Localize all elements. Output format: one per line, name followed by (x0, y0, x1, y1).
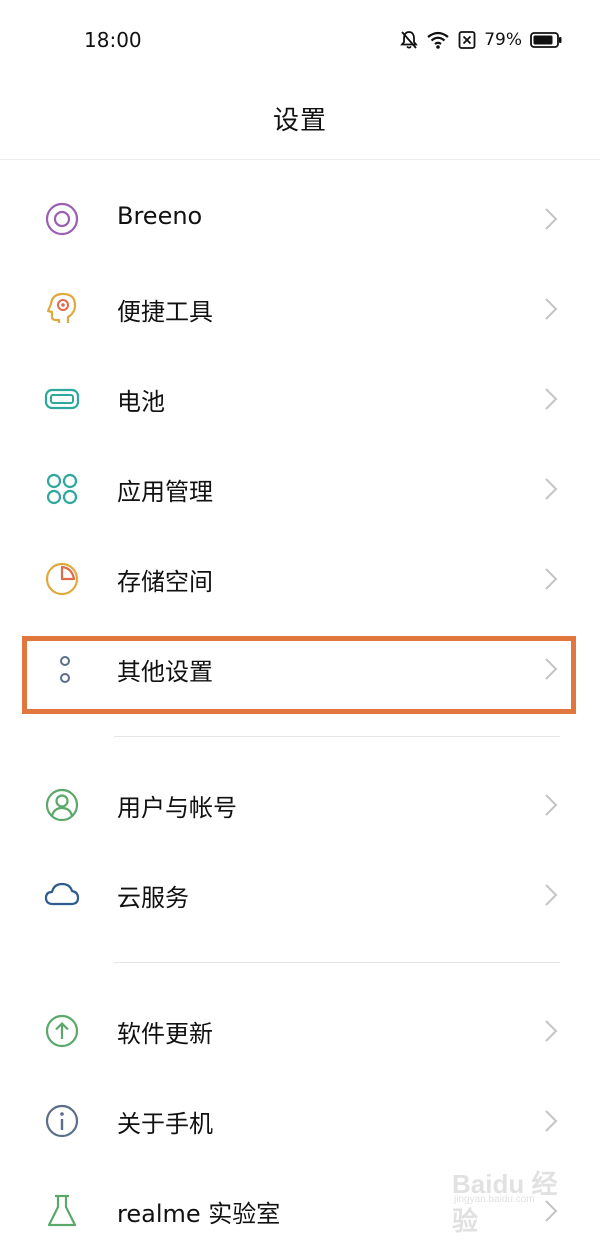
settings-item-about-phone[interactable]: 关于手机 (0, 1076, 600, 1166)
section-divider (114, 736, 560, 737)
settings-item-label: 云服务 (117, 884, 189, 912)
chevron-right-icon (544, 1109, 558, 1133)
about-phone-icon (44, 1103, 80, 1139)
highlight-box (22, 636, 576, 714)
breeno-icon (44, 201, 80, 237)
chevron-right-icon (544, 793, 558, 817)
settings-item-software-update[interactable]: 软件更新 (0, 986, 600, 1076)
baidu-watermark: Baidu 经验 jingyan.baidu.com (452, 1162, 572, 1236)
status-bar: 18:00 79% (0, 0, 600, 80)
status-time: 18:00 (84, 28, 142, 52)
settings-item-label: 应用管理 (117, 478, 213, 506)
mute-bell-icon (400, 30, 419, 50)
settings-item-label: 关于手机 (117, 1110, 213, 1138)
storage-icon (44, 561, 80, 597)
battery-status-icon (530, 31, 562, 49)
chevron-right-icon (544, 207, 558, 231)
no-sim-icon (458, 30, 476, 50)
section-divider (114, 962, 560, 963)
wifi-icon (426, 30, 450, 50)
settings-item-label: 电池 (117, 388, 165, 416)
settings-item-label: 便捷工具 (117, 298, 213, 326)
battery-icon (44, 381, 80, 417)
chevron-right-icon (544, 477, 558, 501)
app-management-icon (44, 471, 80, 507)
quick-tools-icon (44, 291, 80, 327)
settings-item-label: Breeno (117, 202, 203, 230)
cloud-icon (44, 877, 80, 913)
settings-item-storage[interactable]: 存储空间 (0, 534, 600, 624)
battery-percent: 79% (484, 30, 522, 50)
chevron-right-icon (544, 1019, 558, 1043)
settings-item-breeno[interactable]: Breeno (0, 174, 600, 264)
title-divider (0, 159, 600, 160)
chevron-right-icon (544, 387, 558, 411)
page-title: 设置 (272, 106, 327, 136)
settings-item-battery[interactable]: 电池 (0, 354, 600, 444)
chevron-right-icon (544, 297, 558, 321)
settings-item-label: 软件更新 (117, 1020, 213, 1048)
user-account-icon (44, 787, 80, 823)
settings-item-cloud[interactable]: 云服务 (0, 850, 600, 940)
settings-item-label: 存储空间 (117, 568, 213, 596)
settings-item-app-management[interactable]: 应用管理 (0, 444, 600, 534)
watermark-url: jingyan.baidu.com (454, 1194, 535, 1205)
settings-item-label: 用户与帐号 (117, 794, 237, 822)
settings-item-user-account[interactable]: 用户与帐号 (0, 760, 600, 850)
software-update-icon (44, 1013, 80, 1049)
settings-item-quick-tools[interactable]: 便捷工具 (0, 264, 600, 354)
status-icons: 79% (400, 28, 562, 52)
chevron-right-icon (544, 883, 558, 907)
chevron-right-icon (544, 567, 558, 591)
